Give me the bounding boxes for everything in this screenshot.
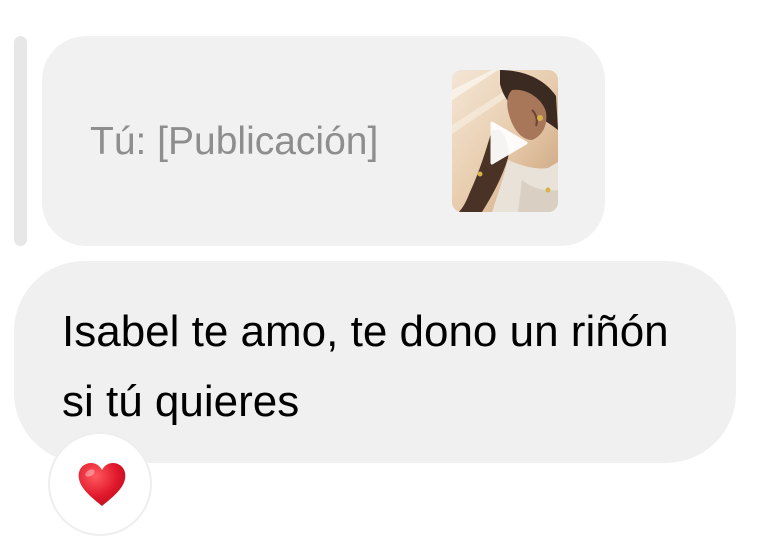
chat-thread: Tú: [Publicación] Isabel te amo, te dono… bbox=[0, 0, 757, 541]
reaction-badge[interactable] bbox=[48, 432, 152, 536]
heart-icon bbox=[78, 463, 126, 506]
reply-indicator-bar bbox=[14, 36, 27, 246]
play-icon-glyph bbox=[490, 121, 528, 165]
message-text: Isabel te amo, te dono un riñón si tú qu… bbox=[62, 307, 669, 426]
replied-post-label: Tú: [Publicación] bbox=[90, 120, 379, 163]
play-icon[interactable] bbox=[482, 119, 530, 167]
